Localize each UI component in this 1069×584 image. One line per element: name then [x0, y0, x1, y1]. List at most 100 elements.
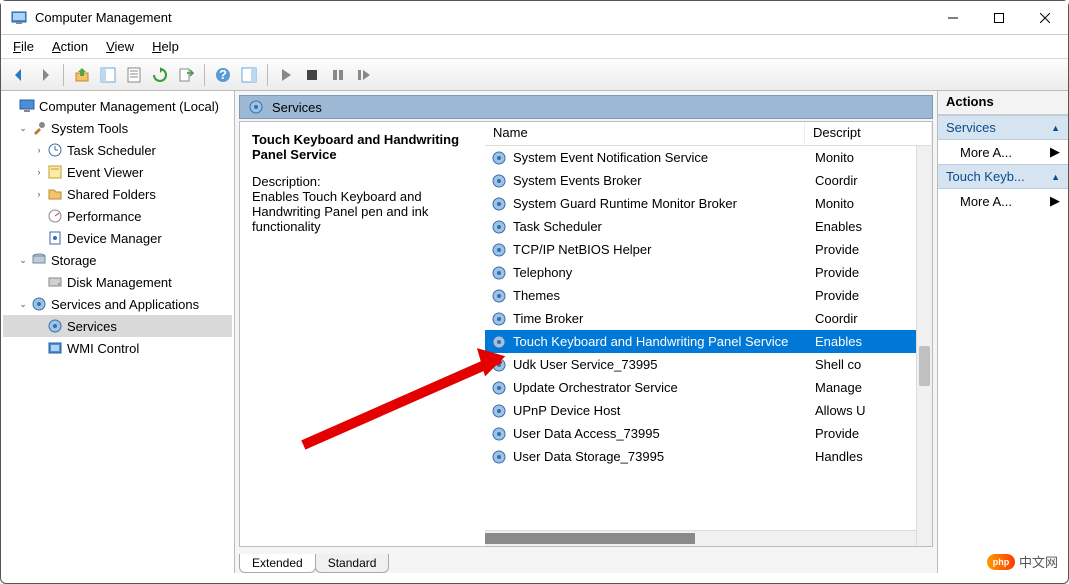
app-icon [11, 10, 27, 26]
menu-file[interactable]: File [13, 39, 34, 54]
service-name: Telephony [513, 265, 811, 280]
tree-item-label: Performance [67, 209, 141, 224]
restart-service-button[interactable] [352, 63, 376, 87]
view-tabs: Extended Standard [235, 551, 937, 573]
close-button[interactable] [1022, 1, 1068, 35]
expand-icon[interactable]: › [33, 188, 45, 200]
tree-item[interactable]: ⌄Services and Applications [3, 293, 232, 315]
expand-icon[interactable]: ⌄ [17, 254, 29, 266]
service-name: TCP/IP NetBIOS Helper [513, 242, 811, 257]
expand-icon[interactable]: ⌄ [17, 298, 29, 310]
menubar: File Action View Help [1, 35, 1068, 59]
actions-more-services[interactable]: More A...▶ [938, 140, 1068, 164]
service-row[interactable]: TelephonyProvide [485, 261, 932, 284]
horizontal-scrollbar[interactable] [485, 530, 916, 546]
nav-tree-pane: Computer Management (Local) ⌄ System Tools… [1, 91, 235, 573]
show-actions-button[interactable] [237, 63, 261, 87]
actions-more-selected[interactable]: More A...▶ [938, 189, 1068, 213]
menu-action[interactable]: Action [52, 39, 88, 54]
tree-item-label: System Tools [51, 121, 128, 136]
center-pane: Services Touch Keyboard and Handwriting … [235, 91, 938, 573]
service-name: Update Orchestrator Service [513, 380, 811, 395]
service-row[interactable]: Touch Keyboard and Handwriting Panel Ser… [485, 330, 932, 353]
service-desc: Provide [811, 426, 932, 441]
back-button[interactable] [7, 63, 31, 87]
menu-help[interactable]: Help [152, 39, 179, 54]
service-row[interactable]: UPnP Device HostAllows U [485, 399, 932, 422]
actions-group-services[interactable]: Services▲ [938, 115, 1068, 140]
nav-tree[interactable]: Computer Management (Local) ⌄ System Tools… [3, 95, 232, 359]
service-row[interactable]: Udk User Service_73995Shell co [485, 353, 932, 376]
tree-item[interactable]: Device Manager [3, 227, 232, 249]
refresh-button[interactable] [148, 63, 172, 87]
service-row[interactable]: Time BrokerCoordir [485, 307, 932, 330]
list-header[interactable]: Name Descript [485, 122, 932, 146]
tree-item[interactable]: Computer Management (Local) [3, 95, 232, 117]
tree-item[interactable]: WMI Control [3, 337, 232, 359]
tree-item[interactable]: ⌄Storage [3, 249, 232, 271]
expand-icon[interactable] [33, 210, 45, 222]
gear-icon [248, 99, 264, 115]
menu-view[interactable]: View [106, 39, 134, 54]
service-row[interactable]: User Data Storage_73995Handles [485, 445, 932, 468]
service-row[interactable]: System Events BrokerCoordir [485, 169, 932, 192]
service-row[interactable]: System Guard Runtime Monitor BrokerMonit… [485, 192, 932, 215]
tree-item-label: WMI Control [67, 341, 139, 356]
expand-icon[interactable] [33, 342, 45, 354]
expand-icon[interactable]: › [33, 166, 45, 178]
service-row[interactable]: ThemesProvide [485, 284, 932, 307]
minimize-button[interactable] [930, 1, 976, 35]
chevron-right-icon: ▶ [1050, 144, 1060, 160]
service-name: System Guard Runtime Monitor Broker [513, 196, 811, 211]
service-name: Time Broker [513, 311, 811, 326]
tree-item[interactable]: Performance [3, 205, 232, 227]
tree-item[interactable]: ⌄ System Tools [3, 117, 232, 139]
tree-item[interactable]: ›Event Viewer [3, 161, 232, 183]
tab-standard[interactable]: Standard [315, 554, 390, 573]
pause-service-button[interactable] [326, 63, 350, 87]
tree-item-label: Disk Management [67, 275, 172, 290]
maximize-button[interactable] [976, 1, 1022, 35]
start-service-button[interactable] [274, 63, 298, 87]
help-button[interactable]: ? [211, 63, 235, 87]
service-row[interactable]: Update Orchestrator ServiceManage [485, 376, 932, 399]
tree-item[interactable]: Services [3, 315, 232, 337]
service-name: Udk User Service_73995 [513, 357, 811, 372]
service-row[interactable]: TCP/IP NetBIOS HelperProvide [485, 238, 932, 261]
collapse-icon: ▲ [1051, 123, 1060, 133]
service-desc: Enables [811, 219, 932, 234]
service-name: Themes [513, 288, 811, 303]
tree-item[interactable]: › Task Scheduler [3, 139, 232, 161]
vertical-scrollbar[interactable] [916, 146, 932, 546]
tab-extended[interactable]: Extended [239, 554, 316, 573]
status-bar [3, 575, 1066, 581]
service-row[interactable]: Task SchedulerEnables [485, 215, 932, 238]
actions-pane: Actions Services▲ More A...▶ Touch Keyb.… [938, 91, 1068, 573]
show-hide-tree-button[interactable] [96, 63, 120, 87]
stop-service-button[interactable] [300, 63, 324, 87]
service-row[interactable]: System Event Notification ServiceMonito [485, 146, 932, 169]
watermark: php 中文网 [987, 552, 1058, 571]
expand-icon[interactable] [33, 320, 45, 332]
tree-item-label: Task Scheduler [67, 143, 156, 158]
tree-item[interactable]: ›Shared Folders [3, 183, 232, 205]
col-description[interactable]: Descript [805, 122, 932, 145]
expand-icon[interactable]: › [33, 144, 45, 156]
service-name: System Event Notification Service [513, 150, 811, 165]
service-row[interactable]: User Data Access_73995Provide [485, 422, 932, 445]
service-name: Task Scheduler [513, 219, 811, 234]
actions-group-selected[interactable]: Touch Keyb...▲ [938, 164, 1068, 189]
services-list[interactable]: Name Descript System Event Notification … [485, 122, 932, 546]
service-name: User Data Access_73995 [513, 426, 811, 441]
export-button[interactable] [174, 63, 198, 87]
expand-icon[interactable]: ⌄ [17, 122, 29, 134]
service-desc: Coordir [811, 173, 932, 188]
expand-icon[interactable] [33, 232, 45, 244]
expand-icon[interactable] [5, 100, 17, 112]
expand-icon[interactable] [33, 276, 45, 288]
properties-button[interactable] [122, 63, 146, 87]
col-name[interactable]: Name [485, 122, 805, 145]
forward-button[interactable] [33, 63, 57, 87]
up-button[interactable] [70, 63, 94, 87]
tree-item[interactable]: Disk Management [3, 271, 232, 293]
